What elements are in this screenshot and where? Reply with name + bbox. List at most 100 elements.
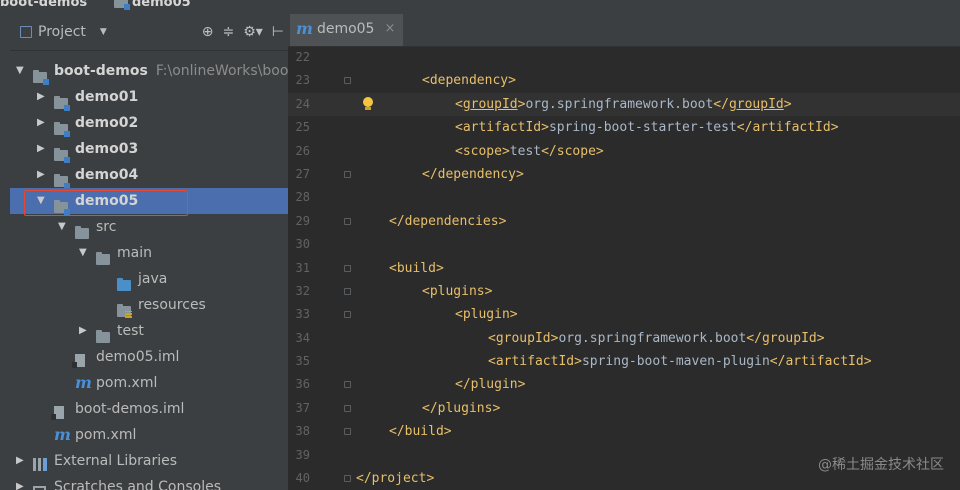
tree-item-main[interactable]: ▼ main bbox=[10, 240, 288, 266]
tab-demo05[interactable]: m demo05 × bbox=[290, 14, 404, 46]
lightbulb-icon[interactable] bbox=[362, 96, 374, 111]
tree-item-label: src bbox=[96, 219, 117, 235]
expand-arrow-icon[interactable]: ▼ bbox=[58, 214, 66, 240]
project-panel: Project ▼ ⊕ ≑ ⚙▾ ⊢ ▼ boot-demos F:\onlineW… bbox=[10, 14, 288, 490]
tree-item-label: demo05.iml bbox=[96, 349, 180, 365]
code-line[interactable]: 23 <dependency> bbox=[288, 69, 960, 92]
fold-marker-icon[interactable] bbox=[344, 287, 351, 295]
collapse-arrow-icon[interactable]: ▶ bbox=[37, 110, 45, 136]
code-text: <dependency> bbox=[422, 73, 516, 89]
code-line[interactable]: 22 bbox=[288, 46, 960, 69]
code-line[interactable]: 28 bbox=[288, 186, 960, 209]
line-number: 30 bbox=[295, 237, 310, 252]
code-line[interactable]: 33 <plugin> bbox=[288, 303, 960, 326]
line-number: 39 bbox=[295, 447, 310, 462]
maven-icon: m bbox=[75, 373, 92, 392]
fold-marker-icon[interactable] bbox=[344, 475, 351, 483]
code-line[interactable]: 35 <artifactId>spring-boot-maven-plugin</… bbox=[288, 350, 960, 373]
tree-item-external-libraries[interactable]: ▶ External Libraries bbox=[10, 448, 288, 474]
code-line[interactable]: 24 <groupId>org.springframework.boot</gro… bbox=[288, 92, 960, 117]
code-line[interactable]: 25 <artifactId>spring-boot-starter-test</… bbox=[288, 116, 960, 139]
expand-arrow-icon[interactable]: ▼ bbox=[16, 58, 24, 84]
code-text: </plugin> bbox=[455, 377, 526, 393]
line-number: 29 bbox=[295, 213, 310, 228]
code-line[interactable]: 32 <plugins> bbox=[288, 280, 960, 303]
code-area[interactable]: 22 23 <dependency> 24 <groupId>org.springfra… bbox=[288, 46, 960, 490]
tree-item-label: demo05 bbox=[75, 193, 139, 209]
breadcrumb-module[interactable]: demo05 bbox=[114, 0, 191, 10]
tree-item-label: Scratches and Consoles bbox=[54, 479, 221, 490]
tree-item-java[interactable]: java bbox=[10, 266, 288, 292]
fold-marker-icon[interactable] bbox=[344, 404, 351, 412]
code-line[interactable]: 34 <groupId>org.springframework.boot</gro… bbox=[288, 327, 960, 350]
tree-item-demo05[interactable]: ▼ demo05 bbox=[10, 188, 288, 216]
expand-arrow-icon[interactable]: ▼ bbox=[79, 240, 87, 266]
fold-marker-icon[interactable] bbox=[344, 77, 351, 85]
tree-item-pom-xml[interactable]: m pom.xml bbox=[10, 370, 288, 396]
code-text: <plugin> bbox=[455, 307, 518, 323]
line-number: 27 bbox=[295, 166, 310, 181]
project-panel-tools: ⊕ ≑ ⚙▾ ⊢ bbox=[202, 14, 284, 50]
collapse-arrow-icon[interactable]: ▶ bbox=[16, 474, 24, 490]
tree-item-boot-demos[interactable]: ▼ boot-demos F:\onlineWorks\boot- bbox=[10, 58, 288, 85]
breadcrumb-project-label: boot-demos bbox=[0, 0, 88, 10]
breadcrumb-project[interactable]: boot-demos bbox=[0, 0, 87, 10]
tree-item-boot-demos-iml[interactable]: boot-demos.iml bbox=[10, 396, 288, 422]
line-number: 37 bbox=[295, 400, 310, 415]
fold-marker-icon[interactable] bbox=[344, 428, 351, 436]
tree-item-scratches-and-consoles[interactable]: ▶ Scratches and Consoles bbox=[10, 474, 288, 490]
code-text: </project> bbox=[356, 471, 435, 487]
project-path: F:\onlineWorks\boot- bbox=[155, 63, 288, 79]
line-number: 38 bbox=[295, 424, 310, 439]
tree-item-label: demo04 bbox=[75, 167, 139, 183]
code-line[interactable]: 37 </plugins> bbox=[288, 397, 960, 420]
fold-marker-icon[interactable] bbox=[344, 264, 351, 272]
line-number: 28 bbox=[295, 190, 310, 205]
tree-item-resources[interactable]: resources bbox=[10, 292, 288, 318]
tree-item-label: resources bbox=[138, 297, 206, 313]
hide-icon[interactable]: ⊢ bbox=[272, 24, 284, 40]
collapse-arrow-icon[interactable]: ▶ bbox=[79, 318, 87, 344]
code-text: <scope>test</scope> bbox=[455, 143, 604, 159]
collapse-arrow-icon[interactable]: ▶ bbox=[37, 84, 45, 110]
code-text: </dependency> bbox=[422, 166, 524, 182]
code-line[interactable]: 38 </build> bbox=[288, 420, 960, 443]
code-line[interactable]: 26 <scope>test</scope> bbox=[288, 140, 960, 163]
code-text: </plugins> bbox=[422, 400, 501, 416]
close-icon[interactable]: × bbox=[384, 21, 395, 36]
gear-icon[interactable]: ⚙▾ bbox=[243, 24, 263, 40]
line-number: 36 bbox=[295, 377, 310, 392]
tree-item-demo03[interactable]: ▶ demo03 bbox=[10, 136, 288, 163]
tree-item-demo05-iml[interactable]: demo05.iml bbox=[10, 344, 288, 370]
project-view-selector[interactable]: Project ▼ bbox=[20, 24, 107, 40]
tree-item-test[interactable]: ▶ test bbox=[10, 318, 288, 344]
expand-arrow-icon[interactable]: ▼ bbox=[37, 188, 45, 214]
code-text: <groupId>org.springframework.boot</group… bbox=[488, 330, 825, 346]
tree-item-label: demo03 bbox=[75, 141, 139, 157]
collapse-arrow-icon[interactable]: ▶ bbox=[16, 448, 24, 474]
tree-item-label: boot-demos.iml bbox=[75, 401, 185, 417]
collapse-arrow-icon[interactable]: ▶ bbox=[37, 136, 45, 162]
fold-marker-icon[interactable] bbox=[344, 311, 351, 319]
editor: m demo05 × 22 23 <dependency> 24 <groupId>or… bbox=[288, 14, 960, 490]
code-line[interactable]: 36 </plugin> bbox=[288, 373, 960, 396]
tree-item-demo01[interactable]: ▶ demo01 bbox=[10, 84, 288, 111]
collapse-arrow-icon[interactable]: ▶ bbox=[37, 162, 45, 188]
fold-marker-icon[interactable] bbox=[344, 170, 351, 178]
globe-icon[interactable]: ⊕ bbox=[202, 24, 214, 40]
tree-item-src[interactable]: ▼ src bbox=[10, 214, 288, 240]
fold-marker-icon[interactable] bbox=[344, 381, 351, 389]
code-text: <build> bbox=[389, 260, 444, 276]
code-line[interactable]: 31 <build> bbox=[288, 257, 960, 280]
tree-item-pom-xml[interactable]: m pom.xml bbox=[10, 422, 288, 448]
code-line[interactable]: 27 </dependency> bbox=[288, 163, 960, 186]
tree-item-demo02[interactable]: ▶ demo02 bbox=[10, 110, 288, 137]
code-line[interactable]: 29 </dependencies> bbox=[288, 210, 960, 233]
line-number: 22 bbox=[295, 50, 310, 64]
fold-marker-icon[interactable] bbox=[344, 217, 351, 225]
code-line[interactable]: 30 bbox=[288, 233, 960, 256]
line-number: 34 bbox=[295, 330, 310, 345]
code-text: </build> bbox=[389, 424, 452, 440]
tree-item-demo04[interactable]: ▶ demo04 bbox=[10, 162, 288, 189]
collapse-all-icon[interactable]: ≑ bbox=[222, 24, 234, 40]
